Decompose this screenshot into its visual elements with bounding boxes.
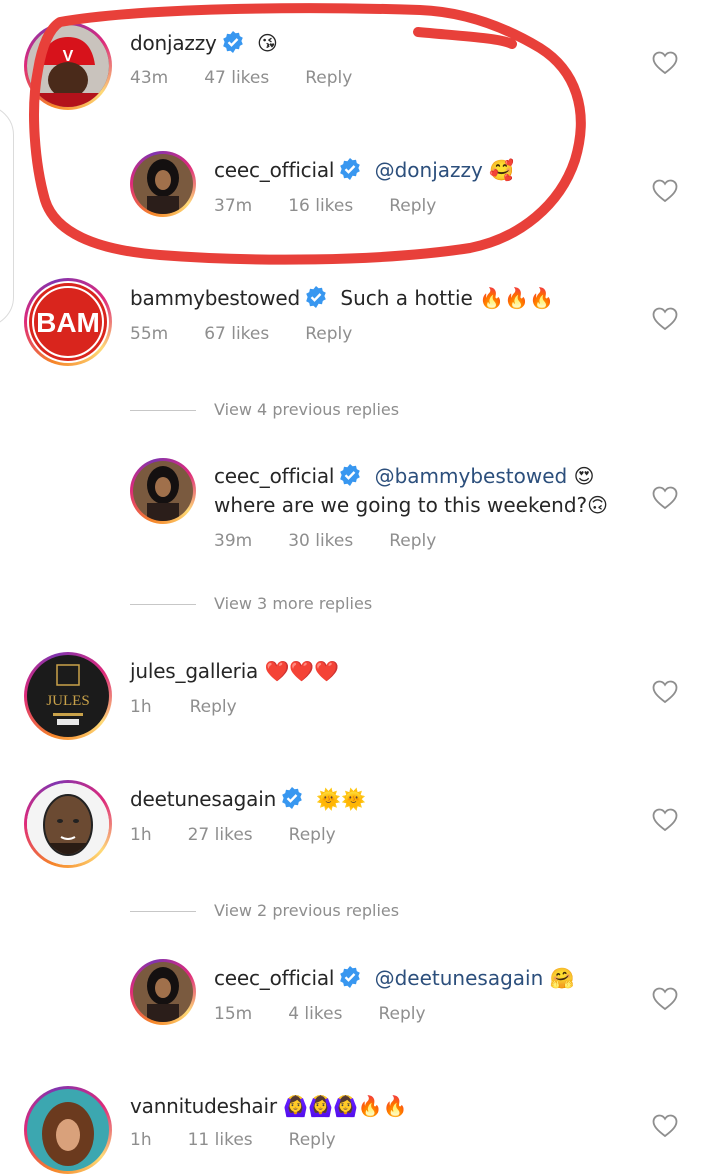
comment-time: 43m (130, 68, 169, 88)
likes-count[interactable]: 27 likes (188, 825, 253, 845)
likes-count[interactable]: 4 likes (288, 1004, 342, 1024)
ceec-avatar-icon (133, 962, 193, 1022)
username[interactable]: vannitudeshair (130, 1094, 277, 1118)
red-circle-annotation (29, 3, 586, 265)
vannitudes-avatar-icon (27, 1089, 109, 1171)
like-heart-icon[interactable] (652, 1114, 678, 1138)
verified-badge-icon (340, 158, 361, 180)
avatar[interactable]: JULES (24, 652, 112, 740)
comment-time: 15m (214, 1004, 253, 1024)
like-heart-icon[interactable] (652, 808, 678, 832)
ceec-avatar-icon (133, 461, 193, 521)
reply-button[interactable]: Reply (190, 697, 237, 717)
verified-badge-icon (340, 966, 361, 988)
likes-count[interactable]: 16 likes (288, 196, 353, 216)
avatar[interactable] (130, 458, 196, 524)
view-more-replies[interactable]: View 3 more replies (130, 594, 372, 613)
reply-button[interactable]: Reply (389, 196, 436, 216)
left-edge-card (0, 105, 14, 327)
comment-time: 39m (214, 531, 253, 551)
like-heart-icon[interactable] (652, 680, 678, 704)
reply-button[interactable]: Reply (305, 324, 352, 344)
comment-time: 55m (130, 324, 169, 344)
like-heart-icon[interactable] (652, 486, 678, 510)
reply-button[interactable]: Reply (305, 68, 352, 88)
like-heart-icon[interactable] (652, 51, 678, 75)
username[interactable]: ceec_official (214, 464, 334, 488)
likes-count[interactable]: 30 likes (288, 531, 353, 551)
like-heart-icon[interactable] (652, 179, 678, 203)
comment-text: 😘 (257, 31, 278, 55)
avatar[interactable] (24, 1086, 112, 1174)
reply-button[interactable]: Reply (289, 1130, 336, 1150)
comment-time: 1h (130, 1130, 152, 1150)
reply-button[interactable]: Reply (389, 531, 436, 551)
ceec-avatar-icon (133, 154, 193, 214)
like-heart-icon[interactable] (652, 987, 678, 1011)
reply-button[interactable]: Reply (378, 1004, 425, 1024)
comment-emoji: 😍 (573, 464, 595, 488)
username[interactable]: donjazzy (130, 31, 217, 55)
username[interactable]: ceec_official (214, 158, 334, 182)
avatar[interactable] (24, 780, 112, 868)
svg-text:BAM: BAM (36, 307, 100, 338)
comment-text: ❤️❤️❤️ (264, 659, 340, 683)
comment-text: 🙆‍♀️🙆‍♀️🙆‍♀️🔥🔥 (283, 1094, 408, 1118)
view-previous-replies[interactable]: View 4 previous replies (130, 400, 399, 419)
username[interactable]: ceec_official (214, 966, 334, 990)
comment-time: 1h (130, 697, 152, 717)
verified-badge-icon (282, 787, 302, 809)
avatar[interactable] (130, 151, 196, 217)
view-previous-replies[interactable]: View 2 previous replies (130, 901, 399, 920)
mention-link[interactable]: @bammybestowed (375, 464, 568, 488)
avatar[interactable] (130, 959, 196, 1025)
username[interactable]: bammybestowed (130, 286, 300, 310)
jules-logo-icon: JULES (27, 655, 109, 737)
mention-link[interactable]: @donjazzy (375, 158, 483, 182)
svg-text:JULES: JULES (46, 693, 89, 709)
comment-text: Such a hottie 🔥🔥🔥 (340, 286, 554, 310)
username[interactable]: deetunesagain (130, 787, 276, 811)
likes-count[interactable]: 47 likes (204, 68, 269, 88)
verified-badge-icon (222, 31, 243, 53)
username[interactable]: jules_galleria (130, 659, 258, 683)
avatar[interactable]: V (24, 22, 112, 110)
comment-text: 🥰 (489, 158, 515, 182)
like-heart-icon[interactable] (652, 307, 678, 331)
comment-time: 1h (130, 825, 152, 845)
reply-button[interactable]: Reply (289, 825, 336, 845)
deetunes-avatar-icon (27, 783, 109, 865)
comment-text: where are we going to this weekend?🙃 (214, 493, 608, 517)
avatar[interactable]: BAM (24, 278, 112, 366)
bam-logo-icon: BAM (29, 283, 107, 361)
comment-time: 37m (214, 196, 253, 216)
verified-badge-icon (340, 464, 361, 486)
donjazzy-avatar-icon: V (27, 25, 109, 107)
comment-text: 🤗 (549, 966, 575, 990)
verified-badge-icon (306, 286, 326, 308)
mention-link[interactable]: @deetunesagain (375, 966, 544, 990)
comment-text: 🌞🌞 (316, 787, 367, 811)
likes-count[interactable]: 11 likes (188, 1130, 253, 1150)
likes-count[interactable]: 67 likes (204, 324, 269, 344)
